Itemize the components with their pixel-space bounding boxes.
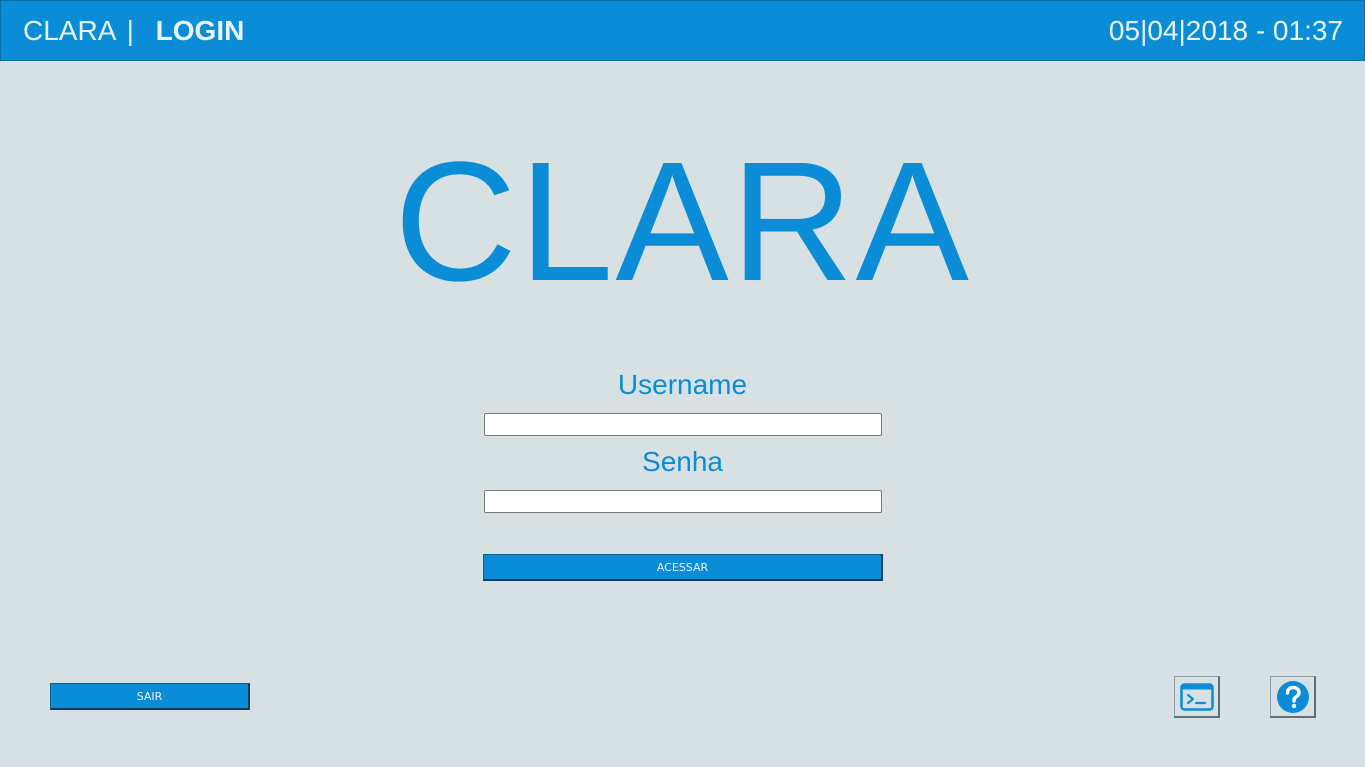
- header-separator: |: [126, 15, 134, 46]
- header-title: CLARA | LOGIN: [23, 15, 244, 47]
- acessar-button[interactable]: ACESSAR: [483, 554, 883, 581]
- username-label: Username: [617, 369, 748, 400]
- app-logo-text: CLARA: [394, 127, 971, 317]
- terminal-icon: [1179, 682, 1214, 711]
- help-icon: [1276, 680, 1309, 713]
- header-bar: CLARA | LOGIN 05|04|2018 - 01:37: [0, 0, 1365, 61]
- password-label: Senha: [642, 446, 723, 477]
- header-page-name: LOGIN: [155, 15, 245, 46]
- sair-button[interactable]: SAIR: [50, 683, 250, 710]
- password-input[interactable]: [484, 490, 882, 513]
- header-app-name: CLARA: [23, 15, 115, 46]
- username-input[interactable]: [484, 413, 882, 436]
- terminal-button[interactable]: [1174, 676, 1220, 718]
- help-button[interactable]: [1270, 676, 1316, 718]
- header-datetime: 05|04|2018 - 01:37: [1108, 15, 1343, 46]
